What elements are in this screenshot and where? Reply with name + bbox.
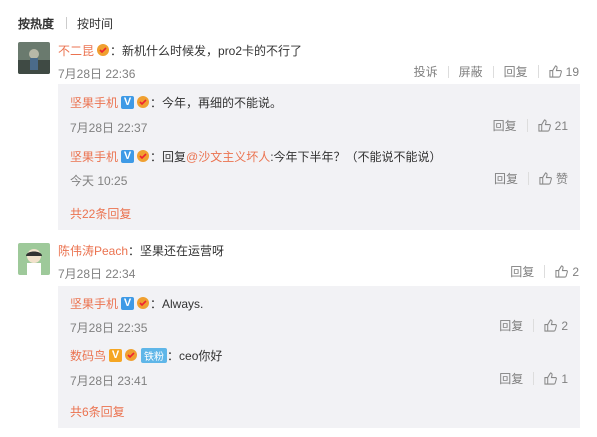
comment-text: ：坚果还在运营呀 bbox=[128, 243, 225, 258]
reply-text: :今年下半年？（不能说不能说） bbox=[270, 149, 442, 164]
reply-text: ：ceo你好 bbox=[167, 348, 223, 363]
like-button[interactable]: 赞 bbox=[527, 171, 568, 186]
reply-text: ：今年，再细的不能说。 bbox=[150, 95, 283, 110]
reply-line: 坚果手机 V ：Always. bbox=[70, 295, 203, 311]
thumbs-up-icon bbox=[544, 319, 558, 332]
comment-line: 不二昆 ：新机什么时候发，pro2卡的不行了 bbox=[58, 42, 302, 58]
thumbs-up-icon bbox=[544, 372, 558, 385]
comment-date: 7月28日 22:34 bbox=[58, 267, 136, 281]
sort-by-time[interactable]: 按时间 bbox=[77, 15, 113, 32]
thumbs-up-icon bbox=[539, 172, 552, 185]
mention-link[interactable]: @沙文主义坏人 bbox=[186, 148, 270, 165]
reply-button[interactable]: 回复 bbox=[489, 320, 533, 332]
like-button[interactable]: 1 bbox=[533, 372, 568, 385]
username[interactable]: 坚果手机 bbox=[70, 148, 118, 165]
level-badge-icon bbox=[136, 149, 150, 163]
reply-line: 坚果手机 V ：回复 @沙文主义坏人 :今年下半年？（不能说不能说） bbox=[70, 148, 442, 164]
reply-prefix: ：回复 bbox=[150, 149, 187, 164]
like-count: 21 bbox=[554, 118, 568, 133]
reply-actions: 回复 赞 bbox=[484, 172, 568, 185]
block-button[interactable]: 屏蔽 bbox=[447, 65, 493, 78]
reply-box: 坚果手机 V ：今年，再细的不能说。 7月28日 22:37 回复 21 坚果手… bbox=[58, 84, 580, 230]
level-badge-icon bbox=[124, 348, 138, 362]
like-count: 19 bbox=[565, 64, 579, 79]
like-button[interactable]: 2 bbox=[544, 265, 579, 278]
reply-button[interactable]: 回复 bbox=[492, 65, 538, 78]
username[interactable]: 数码鸟 bbox=[70, 347, 106, 364]
more-replies-link[interactable]: 共22条回复 bbox=[70, 205, 131, 222]
reply-date: 7月28日 22:37 bbox=[70, 121, 148, 135]
reply-date: 今天 10:25 bbox=[70, 174, 128, 188]
thumbs-up-icon bbox=[555, 265, 569, 278]
like-button[interactable]: 21 bbox=[526, 118, 568, 133]
like-count: 赞 bbox=[555, 171, 568, 186]
reply-button[interactable]: 回复 bbox=[500, 266, 544, 278]
comment-text: ：新机什么时候发，pro2卡的不行了 bbox=[110, 43, 303, 58]
verified-v-icon: V bbox=[121, 95, 135, 109]
reply-button[interactable]: 回复 bbox=[484, 173, 528, 185]
like-button[interactable]: 2 bbox=[533, 319, 568, 332]
more-replies-link[interactable]: 共6条回复 bbox=[70, 403, 125, 420]
reply-line: 数码鸟 V 铁粉 ：ceo你好 bbox=[70, 347, 222, 363]
fan-badge: 铁粉 bbox=[141, 347, 168, 363]
verified-v-icon: V bbox=[109, 348, 123, 362]
reply-text: ：Always. bbox=[150, 296, 204, 311]
reply-actions: 回复 1 bbox=[489, 372, 568, 385]
level-badge-icon bbox=[136, 95, 150, 109]
sort-bar: 按热度 按时间 bbox=[18, 14, 113, 32]
comment-date: 7月28日 22:36 bbox=[58, 67, 136, 81]
reply-date: 7月28日 22:35 bbox=[70, 321, 148, 335]
like-count: 2 bbox=[561, 318, 568, 333]
verified-v-icon: V bbox=[121, 296, 135, 310]
reply-date: 7月28日 23:41 bbox=[70, 374, 148, 388]
sort-by-hot[interactable]: 按热度 bbox=[18, 15, 54, 32]
username[interactable]: 不二昆 bbox=[58, 42, 94, 59]
comment-line: 陈伟涛Peach ：坚果还在运营呀 bbox=[58, 242, 224, 258]
username[interactable]: 坚果手机 bbox=[70, 94, 118, 111]
username[interactable]: 坚果手机 bbox=[70, 295, 118, 312]
thumbs-up-icon bbox=[538, 119, 551, 132]
reply-button[interactable]: 回复 bbox=[483, 120, 527, 132]
avatar[interactable] bbox=[18, 243, 50, 275]
like-count: 1 bbox=[561, 371, 568, 386]
verified-v-icon: V bbox=[121, 149, 135, 163]
reply-line: 坚果手机 V ：今年，再细的不能说。 bbox=[70, 94, 282, 110]
divider bbox=[66, 17, 68, 29]
reply-box: 坚果手机 V ：Always. 7月28日 22:35 回复 2 数码鸟 V 铁… bbox=[58, 286, 580, 428]
like-count: 2 bbox=[572, 264, 579, 279]
report-button[interactable]: 投诉 bbox=[404, 66, 448, 78]
level-badge-icon bbox=[136, 296, 150, 310]
comment-actions: 回复 2 bbox=[500, 265, 579, 278]
reply-actions: 回复 21 bbox=[483, 119, 568, 132]
reply-button[interactable]: 回复 bbox=[489, 373, 533, 385]
reply-actions: 回复 2 bbox=[489, 319, 568, 332]
like-button[interactable]: 19 bbox=[537, 64, 579, 79]
thumbs-up-icon bbox=[549, 65, 562, 78]
comment-actions: 投诉 屏蔽 回复 19 bbox=[404, 65, 579, 78]
avatar[interactable] bbox=[18, 42, 50, 74]
level-badge-icon bbox=[96, 43, 110, 57]
username[interactable]: 陈伟涛Peach bbox=[58, 242, 128, 259]
